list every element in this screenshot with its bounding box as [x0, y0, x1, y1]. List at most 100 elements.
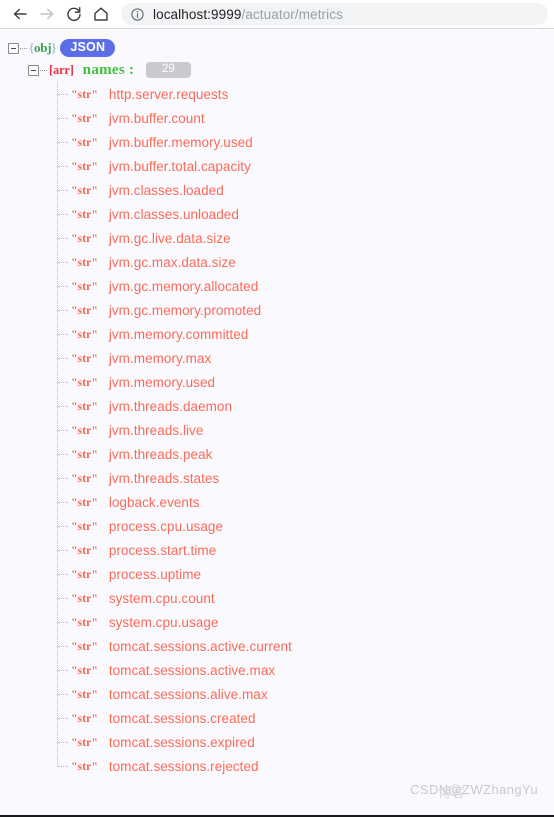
item-type-label: "str" — [71, 398, 98, 413]
item-type-label: "str" — [71, 230, 98, 245]
array-item-row[interactable]: "str" tomcat.sessions.active.max — [57, 658, 554, 682]
tree-connector — [58, 525, 68, 527]
item-value: jvm.gc.memory.promoted — [108, 302, 262, 318]
array-item-row[interactable]: "str" jvm.threads.states — [57, 466, 554, 490]
array-item-row[interactable]: "str" system.cpu.usage — [57, 610, 554, 634]
home-button[interactable] — [87, 1, 114, 28]
tree-connector — [58, 405, 68, 407]
array-item-row[interactable]: "str" http.server.requests — [57, 82, 554, 106]
back-button[interactable] — [6, 1, 33, 28]
array-item-row[interactable]: "str" tomcat.sessions.expired — [57, 730, 554, 754]
tree-connector — [58, 93, 68, 95]
json-viewer-page: {obj} JSON [arr] names : 29 "str" http.se… — [0, 29, 554, 817]
array-item-row[interactable]: "str" jvm.buffer.total.capacity — [57, 154, 554, 178]
array-item-row[interactable]: "str" jvm.gc.max.data.size — [57, 250, 554, 274]
item-value: http.server.requests — [108, 86, 229, 102]
item-type-label: "str" — [71, 638, 98, 653]
address-bar-url: localhost:9999/actuator/metrics — [153, 7, 343, 22]
item-value: jvm.gc.max.data.size — [108, 254, 236, 270]
array-item-row[interactable]: "str" jvm.gc.memory.promoted — [57, 298, 554, 322]
tree-connector — [58, 741, 68, 743]
array-item-row[interactable]: "str" jvm.classes.unloaded — [57, 202, 554, 226]
tree-connector — [58, 141, 68, 143]
array-item-row[interactable]: "str" process.uptime — [57, 562, 554, 586]
tree-connector — [58, 309, 68, 311]
site-info-icon[interactable] — [130, 7, 145, 22]
tree-connector — [58, 501, 68, 503]
tree-connector — [58, 261, 68, 263]
url-path: /actuator/metrics — [241, 6, 343, 22]
array-item-row[interactable]: "str" jvm.memory.committed — [57, 322, 554, 346]
address-bar[interactable]: localhost:9999/actuator/metrics — [121, 3, 548, 25]
item-value: jvm.threads.daemon — [108, 398, 233, 414]
array-item-row[interactable]: "str" jvm.buffer.count — [57, 106, 554, 130]
item-value: jvm.threads.states — [108, 470, 220, 486]
item-value: jvm.classes.unloaded — [108, 206, 239, 222]
item-value: jvm.memory.max — [108, 350, 212, 366]
item-value: tomcat.sessions.created — [108, 710, 256, 726]
array-item-row[interactable]: "str" jvm.memory.max — [57, 346, 554, 370]
tree-connector — [20, 47, 27, 49]
tree-connector — [58, 477, 68, 479]
tree-connector — [58, 765, 68, 767]
obj-word: obj — [33, 40, 52, 55]
json-array-node-names[interactable]: [arr] names : 29 — [0, 59, 554, 81]
item-value: jvm.buffer.total.capacity — [108, 158, 251, 174]
tree-connector — [58, 357, 68, 359]
item-value: jvm.gc.memory.allocated — [108, 278, 259, 294]
array-item-row[interactable]: "str" tomcat.sessions.alive.max — [57, 682, 554, 706]
forward-button[interactable] — [33, 1, 60, 28]
array-item-row[interactable]: "str" logback.events — [57, 490, 554, 514]
tree-connector — [58, 693, 68, 695]
json-badge: JSON — [60, 39, 116, 57]
item-type-label: "str" — [71, 614, 98, 629]
item-value: tomcat.sessions.expired — [108, 734, 255, 750]
tree-connector — [58, 669, 68, 671]
array-item-row[interactable]: "str" process.start.time — [57, 538, 554, 562]
item-type-label: "str" — [71, 422, 98, 437]
watermark-overlay: 博客 — [438, 785, 467, 800]
item-value: jvm.buffer.count — [108, 110, 205, 126]
item-type-label: "str" — [71, 374, 98, 389]
item-type-label: "str" — [71, 590, 98, 605]
tree-connector — [58, 549, 68, 551]
json-tree: {obj} JSON [arr] names : 29 "str" http.se… — [0, 29, 554, 808]
item-value: system.cpu.count — [108, 590, 215, 606]
root-type-label: {obj} — [29, 40, 57, 56]
item-type-label: "str" — [71, 662, 98, 677]
item-type-label: "str" — [71, 182, 98, 197]
tree-connector — [40, 69, 47, 71]
item-value: system.cpu.usage — [108, 614, 219, 630]
forward-arrow-icon — [39, 8, 53, 20]
array-item-row[interactable]: "str" tomcat.sessions.active.current — [57, 634, 554, 658]
array-item-row[interactable]: "str" jvm.threads.daemon — [57, 394, 554, 418]
item-type-label: "str" — [71, 278, 98, 293]
json-root-node[interactable]: {obj} JSON — [0, 37, 554, 59]
url-host: localhost:9999 — [153, 6, 242, 22]
array-item-row[interactable]: "str" tomcat.sessions.created — [57, 706, 554, 730]
tree-connector — [58, 237, 68, 239]
array-item-row[interactable]: "str" jvm.threads.live — [57, 418, 554, 442]
array-item-row[interactable]: "str" jvm.buffer.memory.used — [57, 130, 554, 154]
item-value: process.uptime — [108, 566, 202, 582]
item-value: jvm.memory.committed — [108, 326, 249, 342]
array-item-row[interactable]: "str" process.cpu.usage — [57, 514, 554, 538]
array-item-row[interactable]: "str" jvm.classes.loaded — [57, 178, 554, 202]
array-item-row[interactable]: "str" jvm.gc.memory.allocated — [57, 274, 554, 298]
array-item-row[interactable]: "str" system.cpu.count — [57, 586, 554, 610]
item-value: jvm.threads.peak — [108, 446, 213, 462]
array-item-row[interactable]: "str" jvm.threads.peak — [57, 442, 554, 466]
item-type-label: "str" — [71, 494, 98, 509]
item-type-label: "str" — [71, 758, 98, 773]
array-item-row[interactable]: "str" jvm.gc.live.data.size — [57, 226, 554, 250]
item-type-label: "str" — [71, 326, 98, 341]
item-value: jvm.gc.live.data.size — [108, 230, 231, 246]
back-arrow-icon — [13, 8, 27, 20]
array-item-row[interactable]: "str" jvm.memory.used — [57, 370, 554, 394]
item-type-label: "str" — [71, 254, 98, 269]
collapse-array-icon[interactable] — [28, 64, 39, 76]
array-item-row[interactable]: "str" tomcat.sessions.rejected — [56, 754, 554, 808]
item-type-label: "str" — [71, 518, 98, 533]
reload-button[interactable] — [60, 1, 87, 28]
collapse-root-icon[interactable] — [8, 42, 19, 54]
